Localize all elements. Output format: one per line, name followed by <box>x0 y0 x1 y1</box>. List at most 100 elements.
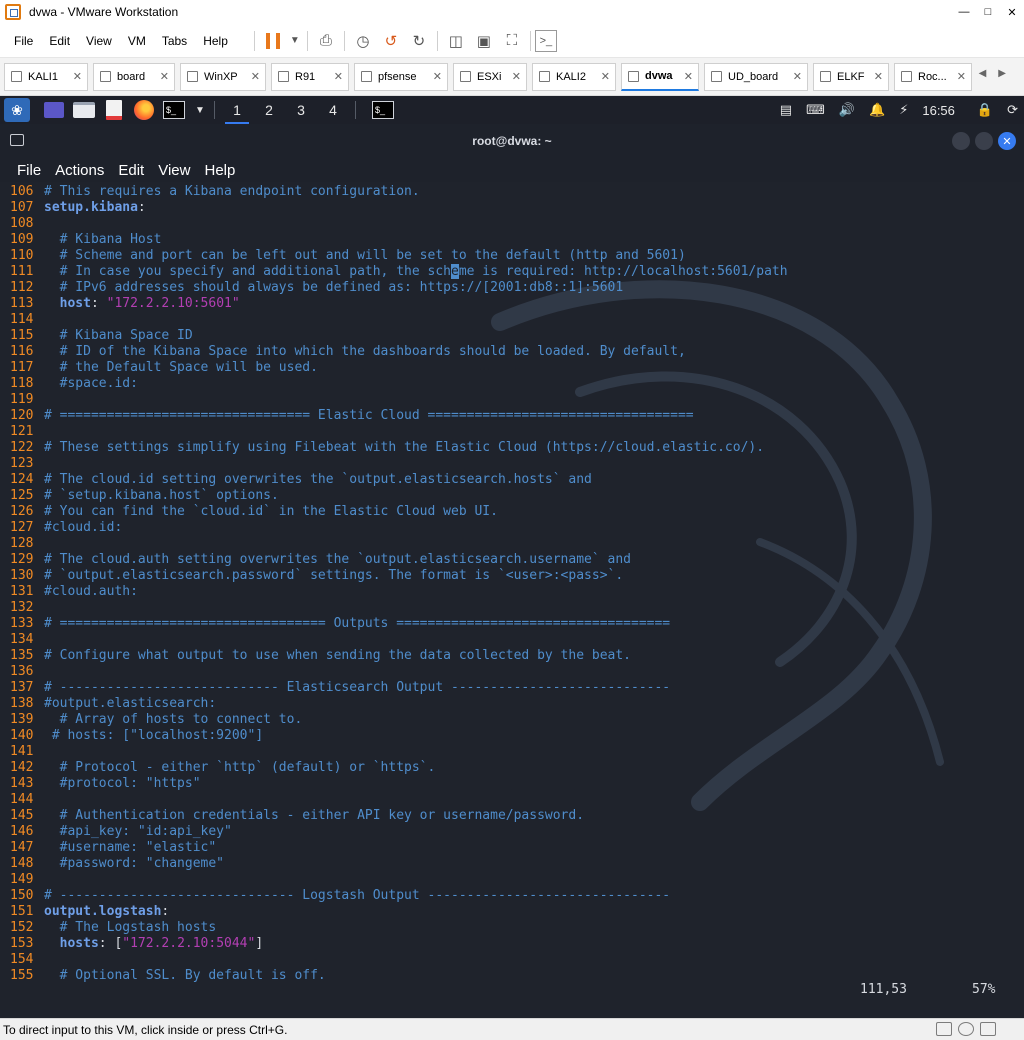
line-number: 107 <box>10 200 34 215</box>
panel-separator <box>214 101 215 119</box>
vm-tab-kali1[interactable]: KALI1 ✕ <box>4 62 88 91</box>
volume-icon[interactable]: 🔊 <box>839 102 855 118</box>
code-line: 154 <box>10 952 788 968</box>
vm-tab-winxp[interactable]: WinXP ✕ <box>180 62 266 91</box>
close-icon[interactable]: ✕ <box>874 70 883 83</box>
pause-icon[interactable] <box>259 27 287 55</box>
menu-tabs[interactable]: Tabs <box>154 34 195 48</box>
code-line: 138 #output.elasticsearch: <box>10 696 788 712</box>
show-desktop-icon[interactable] <box>42 98 66 122</box>
network-adapter-icon[interactable] <box>980 1022 996 1036</box>
clock[interactable]: 16:56 <box>922 103 955 118</box>
line-number: 112 <box>10 280 34 295</box>
tab-label: WinXP <box>204 70 238 83</box>
cd-drive-icon[interactable] <box>958 1022 974 1036</box>
hard-disk-icon[interactable] <box>936 1022 952 1036</box>
maximize-icon[interactable] <box>975 132 993 150</box>
vm-tab-ud-board[interactable]: UD_board ✕ <box>704 62 808 91</box>
network-icon[interactable]: ▤ <box>780 102 792 118</box>
vm-tab-elkf[interactable]: ELKF ✕ <box>813 62 889 91</box>
terminal-menu-help[interactable]: Help <box>197 162 242 179</box>
sidebar-view-icon[interactable]: ◫ <box>442 27 470 55</box>
code-text: # These settings simplify using Filebeat… <box>44 440 765 455</box>
lock-icon[interactable]: 🔒 <box>977 102 993 118</box>
vm-tab-kali2[interactable]: KALI2 ✕ <box>532 62 616 91</box>
notification-bell-icon[interactable]: 🔔 <box>869 102 885 118</box>
menu-vm[interactable]: VM <box>120 34 154 48</box>
close-icon[interactable]: ✕ <box>334 70 343 83</box>
vm-tab-pfsense[interactable]: pfsense ✕ <box>354 62 448 91</box>
vm-tab-roc[interactable]: Roc... ✕ <box>894 62 972 91</box>
revert-snapshot-icon[interactable]: ↺ <box>377 27 405 55</box>
close-icon[interactable]: ✕ <box>601 70 610 83</box>
console-view-icon[interactable]: ▣ <box>470 27 498 55</box>
code-line: 136 <box>10 664 788 680</box>
code-text: #username: "elastic" <box>44 840 217 855</box>
chevron-down-icon[interactable]: ▼ <box>192 98 208 122</box>
close-icon[interactable]: ✕ <box>1000 0 1024 24</box>
terminal-icon[interactable]: >_ <box>534 29 557 52</box>
send-ctrl-alt-del-icon[interactable]: ⎙ <box>312 27 340 55</box>
terminal-content[interactable]: 106 # This requires a Kibana endpoint con… <box>0 182 1024 1018</box>
vm-icon <box>628 70 639 82</box>
close-icon[interactable]: ✕ <box>433 70 442 83</box>
tab-label: ELKF <box>837 70 865 83</box>
terminal-launcher-icon[interactable]: $_ <box>162 98 186 122</box>
logout-icon[interactable]: ⟳ <box>1007 102 1018 118</box>
terminal-menu-actions[interactable]: Actions <box>48 162 111 179</box>
minimize-icon[interactable] <box>952 132 970 150</box>
close-icon[interactable]: ✕ <box>251 70 260 83</box>
close-icon[interactable]: ✕ <box>73 70 82 83</box>
line-number: 108 <box>10 216 34 231</box>
close-icon[interactable]: ✕ <box>998 132 1016 150</box>
text-editor-icon[interactable] <box>102 98 126 122</box>
workspace-3[interactable]: 3 <box>285 96 317 124</box>
kali-menu-icon[interactable]: ❀ <box>4 98 30 122</box>
close-icon[interactable]: ✕ <box>793 70 802 83</box>
code-line: 150 # ------------------------------ Logs… <box>10 888 788 904</box>
vm-tab-r91[interactable]: R91 ✕ <box>271 62 349 91</box>
vm-tab-board[interactable]: board ✕ <box>93 62 175 91</box>
line-number: 118 <box>10 376 34 391</box>
code-text: # ------------------------------ Logstas… <box>44 888 671 903</box>
close-icon[interactable]: ✕ <box>160 70 169 83</box>
line-number: 125 <box>10 488 34 503</box>
snapshot-manager-icon[interactable]: ↻ <box>405 27 433 55</box>
tab-scroll-arrows-icon[interactable]: ◀▶ <box>979 68 1018 79</box>
firefox-icon[interactable] <box>132 98 156 122</box>
code-line: 126 # You can find the `cloud.id` in the … <box>10 504 788 520</box>
code-text: # Configure what output to use when send… <box>44 648 631 663</box>
terminal-menu-edit[interactable]: Edit <box>111 162 151 179</box>
fullscreen-icon[interactable]: ⛶ <box>498 27 526 55</box>
maximize-icon[interactable]: □ <box>976 0 1000 24</box>
workspace-2[interactable]: 2 <box>253 96 285 124</box>
toolbar-separator <box>306 30 308 51</box>
code-editor[interactable]: 106 # This requires a Kibana endpoint con… <box>10 184 788 984</box>
snapshot-icon[interactable]: ◷ <box>349 27 377 55</box>
code-text: # hosts: ["localhost:9200"] <box>44 728 264 743</box>
minimize-icon[interactable]: — <box>952 0 976 24</box>
close-icon[interactable]: ✕ <box>512 70 521 83</box>
code-line: 147 #username: "elastic" <box>10 840 788 856</box>
menu-view[interactable]: View <box>78 34 120 48</box>
terminal-menu-file[interactable]: File <box>0 162 48 179</box>
close-icon[interactable]: ✕ <box>957 70 966 83</box>
terminal-menu-view[interactable]: View <box>151 162 197 179</box>
window-title: dvwa - VMware Workstation <box>29 5 179 19</box>
menu-edit[interactable]: Edit <box>41 34 78 48</box>
chevron-down-icon[interactable]: ▼ <box>287 27 303 55</box>
keyboard-icon[interactable]: ⌨ <box>806 102 825 118</box>
file-manager-icon[interactable] <box>72 98 96 122</box>
vm-tab-dvwa[interactable]: dvwa ✕ <box>621 62 699 91</box>
menu-help[interactable]: Help <box>195 34 236 48</box>
workspace-4[interactable]: 4 <box>317 96 349 124</box>
resize-grip-icon[interactable] <box>1002 1022 1018 1036</box>
vmware-statusbar: To direct input to this VM, click inside… <box>0 1018 1024 1040</box>
vm-tab-esxi[interactable]: ESXi ✕ <box>453 62 527 91</box>
vmware-titlebar: dvwa - VMware Workstation — □ ✕ <box>0 0 1024 24</box>
workspace-1[interactable]: 1 <box>221 96 253 124</box>
menu-file[interactable]: File <box>0 34 41 48</box>
close-icon[interactable]: ✕ <box>684 70 693 83</box>
taskbar-terminal-window[interactable]: $_ <box>368 98 398 126</box>
power-manager-icon[interactable]: ⚡ <box>899 102 908 118</box>
